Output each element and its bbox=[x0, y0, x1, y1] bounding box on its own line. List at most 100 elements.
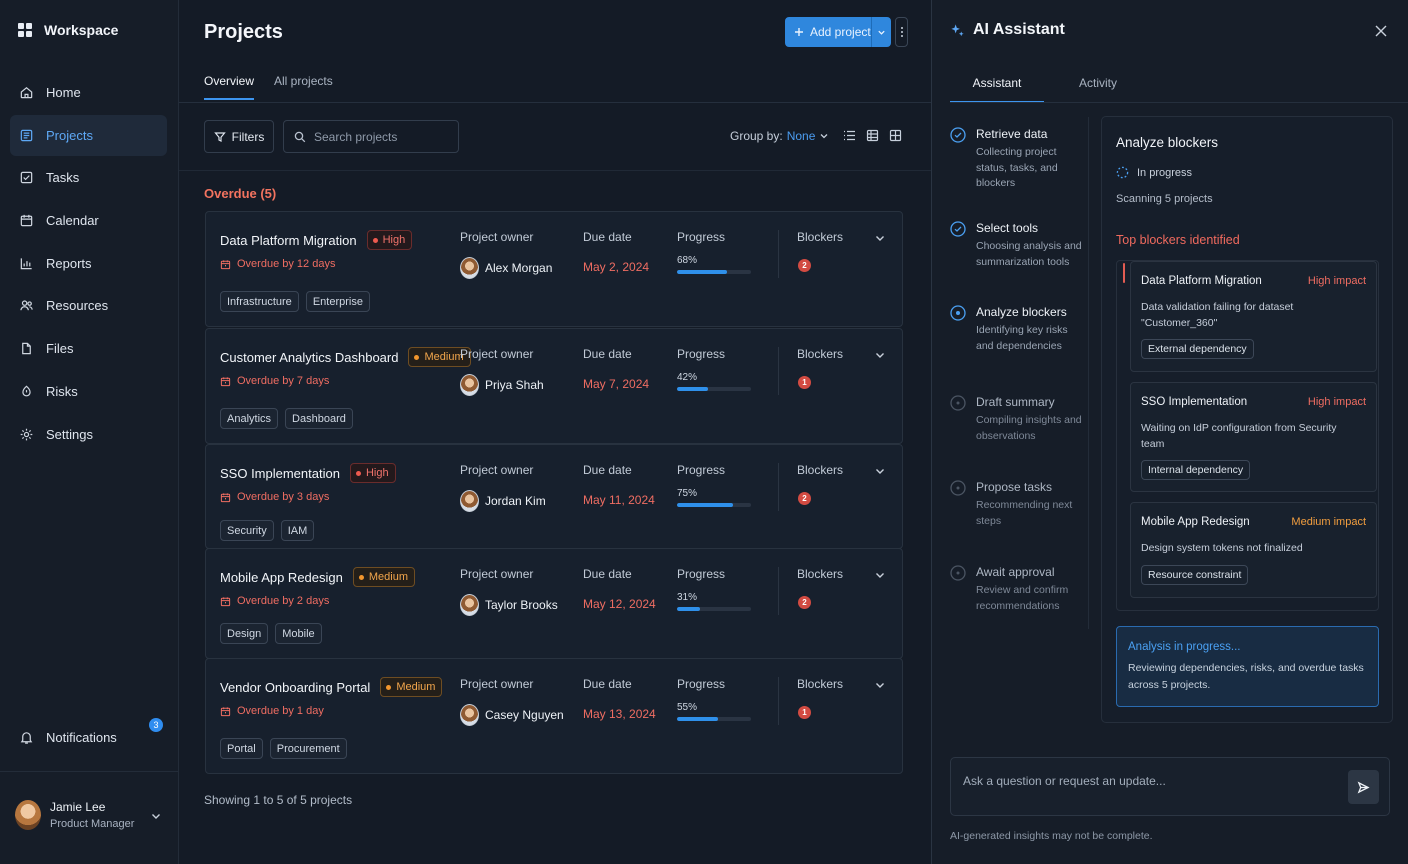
search-box[interactable] bbox=[283, 120, 459, 153]
chevron-down-icon[interactable] bbox=[874, 349, 886, 361]
sidebar-item-tasks[interactable]: Tasks bbox=[10, 157, 167, 198]
calendar-alert-icon bbox=[220, 376, 231, 386]
more-options-button[interactable] bbox=[895, 17, 908, 47]
calendar-alert-icon bbox=[220, 596, 231, 606]
compact-view-icon[interactable] bbox=[866, 129, 879, 142]
sidebar-item-files[interactable]: Files bbox=[10, 328, 167, 369]
overdue-status: Overdue by 7 days bbox=[220, 375, 329, 387]
user-menu[interactable]: Jamie Lee Product Manager bbox=[0, 771, 178, 864]
tasks-icon bbox=[20, 172, 33, 184]
blockers-count-badge[interactable]: 2 bbox=[798, 596, 811, 609]
tag[interactable]: Portal bbox=[220, 738, 263, 759]
tag[interactable]: Procurement bbox=[269, 738, 347, 759]
blockers-count-badge[interactable]: 1 bbox=[798, 706, 811, 719]
tag[interactable]: Infrastructure bbox=[220, 291, 299, 312]
project-name[interactable]: Mobile App Redesign bbox=[220, 570, 343, 585]
overdue-status: Overdue by 3 days bbox=[220, 491, 329, 503]
filters-button[interactable]: Filters bbox=[204, 120, 274, 153]
blockers-count-badge[interactable]: 2 bbox=[798, 492, 811, 505]
tag[interactable]: Mobile bbox=[275, 623, 322, 644]
project-card[interactable]: Customer Analytics Dashboard Medium Over… bbox=[205, 328, 903, 444]
blockers-label: Blockers bbox=[797, 347, 844, 361]
add-project-button[interactable]: Add project bbox=[785, 17, 891, 47]
progress-bar bbox=[677, 717, 751, 721]
close-icon[interactable] bbox=[1374, 24, 1388, 38]
project-card[interactable]: SSO Implementation High Overdue by 3 day… bbox=[205, 444, 903, 549]
add-project-label: Add project bbox=[810, 25, 871, 39]
tag[interactable]: Enterprise bbox=[305, 291, 370, 312]
sidebar-item-label: Calendar bbox=[46, 213, 99, 229]
tag[interactable]: Design bbox=[220, 623, 269, 644]
impact-label: High impact bbox=[1307, 275, 1366, 287]
calendar-alert-icon bbox=[220, 706, 231, 716]
divider bbox=[179, 102, 931, 103]
blockers-label: Blockers bbox=[797, 567, 844, 581]
grid-view-icon[interactable] bbox=[889, 129, 902, 142]
plus-icon bbox=[795, 28, 803, 36]
progress-value: 68% bbox=[677, 255, 698, 266]
pending-step-icon bbox=[950, 480, 966, 496]
tag[interactable]: IAM bbox=[280, 520, 315, 541]
sidebar-item-resources[interactable]: Resources bbox=[10, 285, 167, 326]
blocker-item[interactable]: SSO Implementation High impact Waiting o… bbox=[1130, 382, 1377, 492]
project-card[interactable]: Data Platform Migration High Overdue by … bbox=[205, 211, 903, 327]
list-view-icon[interactable] bbox=[843, 129, 856, 142]
status-text: In progress bbox=[1137, 166, 1193, 179]
project-name[interactable]: Vendor Onboarding Portal bbox=[220, 680, 370, 695]
reports-icon bbox=[20, 258, 32, 270]
sidebar-item-calendar[interactable]: Calendar bbox=[10, 200, 167, 241]
workspace-brand[interactable]: Workspace bbox=[18, 22, 118, 38]
chevron-down-icon[interactable] bbox=[874, 232, 886, 244]
chat-input[interactable] bbox=[963, 774, 1323, 788]
assistant-title: AI Assistant bbox=[973, 21, 1065, 38]
analysis-panel: Analyze blockers In progress Scanning 5 … bbox=[1101, 116, 1393, 723]
pagination-summary: Showing 1 to 5 of 5 projects bbox=[204, 793, 353, 807]
sidebar-item-reports[interactable]: Reports bbox=[10, 243, 167, 284]
chevron-down-icon[interactable] bbox=[874, 679, 886, 691]
notifications-label: Notifications bbox=[46, 729, 117, 745]
group-by-select[interactable]: Group by: None bbox=[730, 129, 829, 143]
tag[interactable]: Analytics bbox=[220, 408, 279, 429]
blocker-item[interactable]: Data Platform Migration High impact Data… bbox=[1130, 261, 1377, 372]
due-label: Due date bbox=[583, 677, 632, 691]
tab-overview[interactable]: Overview bbox=[204, 74, 255, 100]
chevron-down-icon[interactable] bbox=[874, 465, 886, 477]
project-card[interactable]: Mobile App Redesign Medium Overdue by 2 … bbox=[205, 548, 903, 659]
overdue-text: Overdue by 7 days bbox=[237, 375, 330, 387]
tab-activity[interactable]: Activity bbox=[1051, 76, 1145, 103]
send-button[interactable] bbox=[1348, 770, 1379, 804]
tag[interactable]: Dashboard bbox=[285, 408, 353, 429]
add-project-dropdown[interactable] bbox=[872, 28, 891, 37]
sidebar-item-risks[interactable]: Risks bbox=[10, 371, 167, 412]
tab-assistant[interactable]: Assistant bbox=[950, 76, 1044, 103]
project-name[interactable]: Customer Analytics Dashboard bbox=[220, 350, 398, 365]
divider bbox=[179, 170, 931, 171]
project-name[interactable]: SSO Implementation bbox=[220, 466, 340, 481]
tab-all-projects[interactable]: All projects bbox=[274, 74, 333, 100]
tag-list: Analytics Dashboard bbox=[220, 408, 353, 429]
sidebar-item-settings[interactable]: Settings bbox=[10, 414, 167, 455]
overdue-status: Overdue by 2 days bbox=[220, 595, 329, 607]
blocker-list: Data Platform Migration High impact Data… bbox=[1116, 260, 1379, 611]
blockers-count-badge[interactable]: 2 bbox=[798, 259, 811, 272]
project-card[interactable]: Vendor Onboarding Portal Medium Overdue … bbox=[205, 658, 903, 774]
step-title: Propose tasks bbox=[976, 480, 1053, 494]
chevron-down-icon[interactable] bbox=[150, 810, 162, 822]
progress-fill bbox=[677, 270, 728, 274]
assistant-header: AI Assistant bbox=[950, 21, 1065, 39]
search-input[interactable] bbox=[314, 129, 454, 144]
tag[interactable]: Security bbox=[220, 520, 274, 541]
chevron-down-icon[interactable] bbox=[874, 569, 886, 581]
project-name[interactable]: Data Platform Migration bbox=[220, 233, 357, 248]
sidebar-item-home[interactable]: Home bbox=[10, 72, 167, 113]
sidebar-item-projects[interactable]: Projects bbox=[10, 114, 167, 156]
priority-label: High bbox=[365, 467, 389, 479]
due-date: May 13, 2024 bbox=[583, 707, 656, 721]
blocker-project: Mobile App Redesign bbox=[1141, 516, 1250, 528]
active-step-icon bbox=[950, 305, 966, 321]
group-by-value: None bbox=[786, 129, 816, 143]
blocker-item[interactable]: Mobile App Redesign Medium impact Design… bbox=[1130, 502, 1377, 598]
sidebar-item-notifications[interactable]: Notifications 3 bbox=[10, 716, 167, 758]
blockers-count-badge[interactable]: 1 bbox=[798, 376, 811, 389]
owner-label: Project owner bbox=[460, 567, 534, 581]
